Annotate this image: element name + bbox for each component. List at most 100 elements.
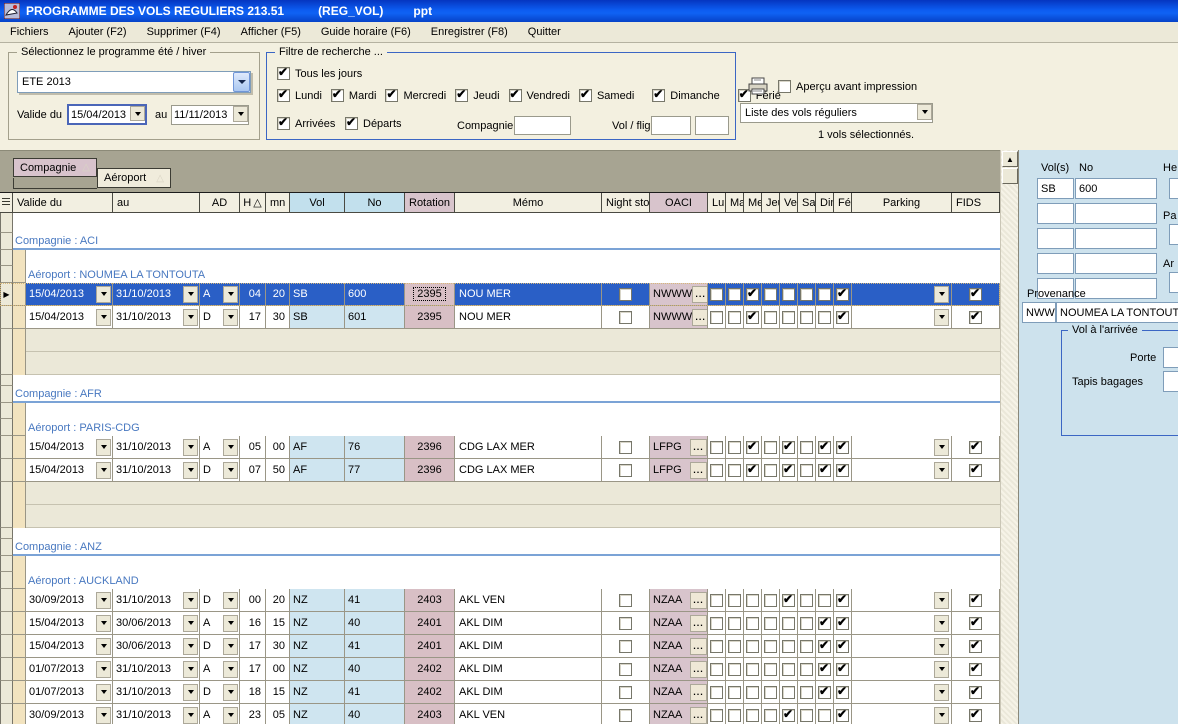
day-cell-6[interactable]	[816, 436, 834, 459]
header-valide-du[interactable]: Valide du	[13, 193, 113, 213]
day-checkbox[interactable]	[836, 288, 849, 301]
fids-cell[interactable]	[952, 681, 1000, 704]
day-cell-3[interactable]	[762, 635, 780, 658]
day-checkbox[interactable]	[746, 663, 759, 676]
day-cell-2[interactable]	[744, 635, 762, 658]
memo-cell[interactable]: AKL DIM	[455, 681, 602, 704]
memo-cell[interactable]: NOU MER	[455, 306, 602, 329]
day-cell-2[interactable]	[744, 612, 762, 635]
scrollbar-thumb[interactable]	[1002, 168, 1018, 184]
header-memo[interactable]: Mémo	[455, 193, 602, 213]
chevron-down-icon[interactable]	[183, 615, 198, 632]
day-checkbox[interactable]	[836, 686, 849, 699]
day-checkbox[interactable]	[728, 311, 741, 324]
minute-cell[interactable]: 30	[266, 635, 290, 658]
ad-cell[interactable]: D	[200, 306, 240, 329]
day-checkbox[interactable]	[818, 709, 831, 722]
night-stop-cell[interactable]	[602, 635, 650, 658]
au-cell[interactable]: 31/10/2013	[113, 704, 200, 724]
memo-cell[interactable]: AKL DIM	[455, 658, 602, 681]
night-stop-cell[interactable]	[602, 589, 650, 612]
hour-cell[interactable]: 23	[240, 704, 266, 724]
day-checkbox[interactable]	[782, 311, 795, 324]
day-checkbox[interactable]	[800, 663, 813, 676]
day-cell-0[interactable]	[708, 612, 726, 635]
hour-cell[interactable]: 00	[240, 589, 266, 612]
vol-cell[interactable]: NZ	[290, 589, 345, 612]
day-checkbox[interactable]	[728, 464, 741, 477]
no-cell[interactable]: 600	[345, 283, 405, 306]
apercu-checkbox[interactable]	[778, 80, 791, 93]
valide-du-cell[interactable]: 01/07/2013	[26, 658, 113, 681]
day-cell-4[interactable]	[780, 635, 798, 658]
fids-cell[interactable]	[952, 459, 1000, 482]
hour-cell[interactable]: 04	[240, 283, 266, 306]
day-cell-5[interactable]	[798, 612, 816, 635]
header-vol[interactable]: Vol	[290, 193, 345, 213]
parking-cell[interactable]	[852, 612, 952, 635]
chevron-down-icon[interactable]	[96, 592, 111, 609]
au-cell[interactable]: 31/10/2013	[113, 306, 200, 329]
header-day-4[interactable]: Ven	[780, 193, 798, 213]
day-cell-0[interactable]	[708, 704, 726, 724]
day-checkbox[interactable]	[746, 464, 759, 477]
day-cell-6[interactable]	[816, 283, 834, 306]
row-selector[interactable]	[0, 459, 13, 482]
row-selector[interactable]	[0, 419, 13, 436]
day-checkbox[interactable]	[728, 441, 741, 454]
day-cell-0[interactable]	[708, 658, 726, 681]
chevron-down-icon[interactable]	[934, 439, 949, 456]
vol-cell[interactable]: NZ	[290, 658, 345, 681]
day-checkbox[interactable]	[782, 441, 795, 454]
row-selector[interactable]	[0, 556, 13, 572]
night-stop-checkbox[interactable]	[619, 464, 632, 477]
chevron-down-icon[interactable]	[223, 462, 238, 479]
day-checkbox[interactable]	[710, 594, 723, 607]
day-checkbox[interactable]	[836, 311, 849, 324]
day-cell-4[interactable]	[780, 589, 798, 612]
valide-du-cell[interactable]: 15/04/2013	[26, 635, 113, 658]
chevron-down-icon[interactable]	[223, 286, 238, 303]
header-day-1[interactable]: Ma	[726, 193, 744, 213]
day-checkbox[interactable]	[818, 464, 831, 477]
day-checkbox[interactable]	[782, 640, 795, 653]
row-selector[interactable]	[0, 386, 13, 403]
table-row[interactable]: 30/09/201331/10/2013A2305NZ402403AKL VEN…	[0, 704, 1000, 724]
chevron-down-icon[interactable]	[223, 592, 238, 609]
day-checkbox[interactable]	[728, 640, 741, 653]
header-ad[interactable]: AD	[200, 193, 240, 213]
header-mn[interactable]: mn	[266, 193, 290, 213]
arrivees-checkbox[interactable]	[277, 117, 290, 130]
day-checkbox[interactable]	[764, 686, 777, 699]
day-cell-0[interactable]	[708, 306, 726, 329]
oaci-cell[interactable]: NZAA...	[650, 589, 708, 612]
row-selector[interactable]	[0, 635, 13, 658]
valide-du-cell[interactable]: 30/09/2013	[26, 589, 113, 612]
header-oaci[interactable]: OACI	[650, 193, 708, 213]
rotation-cell[interactable]: 2401	[405, 612, 455, 635]
parking-cell[interactable]	[852, 658, 952, 681]
memo-cell[interactable]: AKL VEN	[455, 704, 602, 724]
vol-flight-input-2[interactable]	[695, 116, 729, 135]
day-checkbox[interactable]	[800, 686, 813, 699]
parking-cell[interactable]	[852, 283, 952, 306]
day-checkbox[interactable]	[728, 686, 741, 699]
day-cell-2[interactable]	[744, 658, 762, 681]
rotation-cell[interactable]: 2396	[405, 459, 455, 482]
no-cell[interactable]: 77	[345, 459, 405, 482]
day-checkbox[interactable]	[800, 464, 813, 477]
day-checkbox[interactable]	[746, 709, 759, 722]
vol-no-input-2[interactable]	[1075, 228, 1157, 249]
oaci-cell[interactable]: NZAA...	[650, 635, 708, 658]
row-selector[interactable]	[0, 250, 13, 266]
fids-checkbox[interactable]	[969, 617, 982, 630]
day-checkbox[interactable]	[836, 663, 849, 676]
day-checkbox[interactable]	[836, 640, 849, 653]
chevron-down-icon[interactable]	[96, 684, 111, 701]
day-cell-2[interactable]	[744, 589, 762, 612]
day-cell-1[interactable]	[726, 436, 744, 459]
vol-cell[interactable]: SB	[290, 306, 345, 329]
fids-cell[interactable]	[952, 635, 1000, 658]
day-cell-3[interactable]	[762, 658, 780, 681]
menu-item-enregistrer[interactable]: Enregistrer (F8)	[421, 23, 518, 41]
